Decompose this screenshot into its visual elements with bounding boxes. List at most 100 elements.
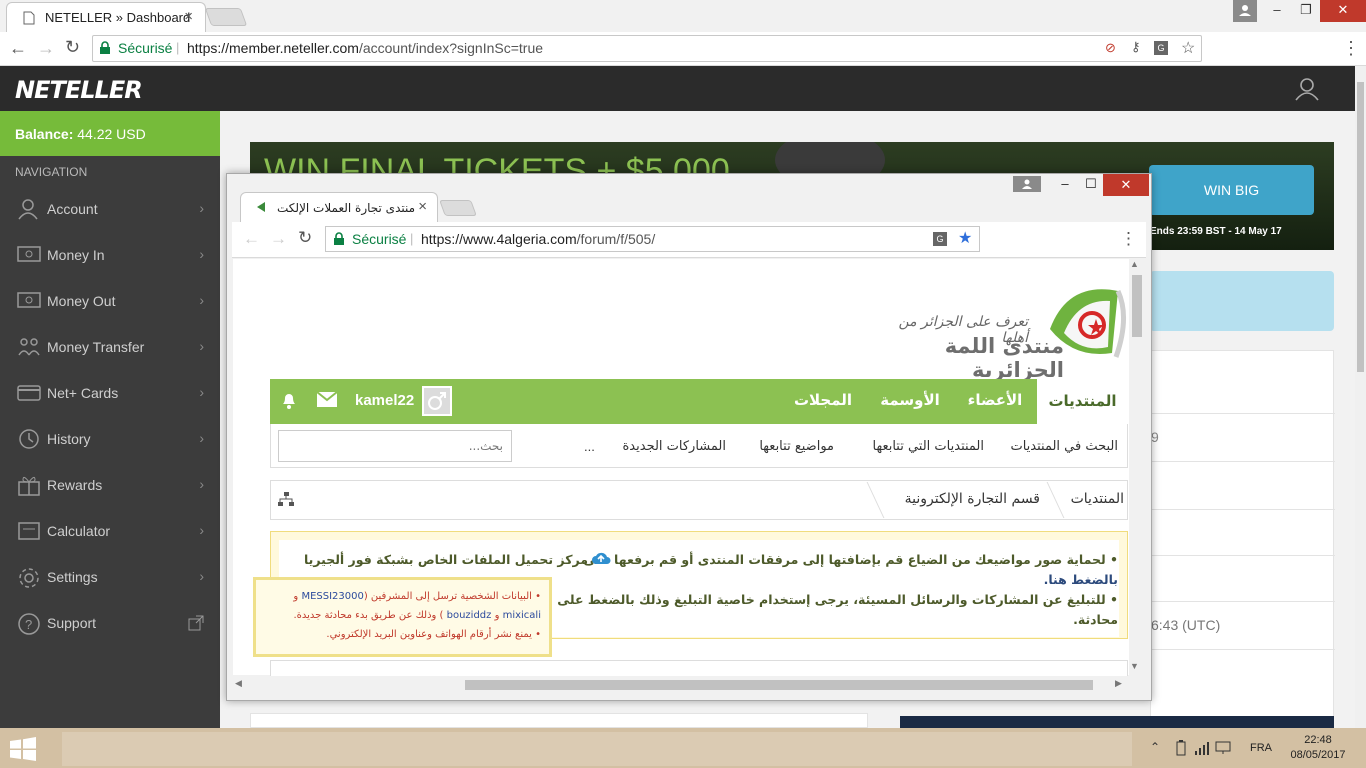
taskbar-apps[interactable]: [62, 732, 1132, 766]
secure-label: Sécurisé: [352, 231, 407, 247]
breadcrumb-ecommerce[interactable]: قسم التجارة الإلكترونية: [884, 491, 1040, 507]
popup-profile-button[interactable]: [1013, 176, 1041, 192]
sidebar-item-support[interactable]: ? Support: [0, 601, 220, 647]
sidebar-item-money-transfer[interactable]: Money Transfer ›: [0, 325, 220, 371]
male-avatar-icon[interactable]: [422, 386, 452, 416]
back-icon[interactable]: ←: [243, 229, 260, 249]
win-big-button[interactable]: WIN BIG: [1149, 165, 1314, 215]
forum-search-input[interactable]: [278, 430, 512, 462]
lock-icon: [99, 41, 111, 55]
sidebar-item-money-in[interactable]: Money In ›: [0, 233, 220, 279]
sidebar-item-history[interactable]: History ›: [0, 417, 220, 463]
tab-forums[interactable]: المنتديات: [1037, 379, 1128, 424]
envelope-icon[interactable]: [317, 392, 337, 407]
tab-neteller[interactable]: NETELLER » Dashboard ×: [6, 2, 206, 32]
link-search-forums[interactable]: البحث في المنتديات: [996, 439, 1118, 454]
forward-icon[interactable]: →: [37, 38, 55, 59]
clock-date: 08/05/2017: [1290, 749, 1346, 761]
notice-line-1: • لحماية صور مواضيعك من الضياع قم بإضافت…: [583, 552, 1118, 567]
translate-icon[interactable]: G: [933, 232, 947, 246]
upload-cloud-icon: [591, 550, 611, 566]
clock[interactable]: 22:48 08/05/2017: [1288, 733, 1348, 763]
username[interactable]: kamel22: [355, 392, 414, 409]
chevron-right-icon: ›: [199, 384, 204, 400]
sidebar-item-account[interactable]: Account ›: [0, 187, 220, 233]
popup-close-button[interactable]: ✕: [1103, 174, 1149, 196]
page-scrollbar[interactable]: [1355, 66, 1366, 728]
money-out-icon: [17, 290, 41, 312]
tray-chevron-icon[interactable]: ⌃: [1150, 740, 1160, 754]
popup-address-bar[interactable]: Sécurisé | https://www.4algeria.com/foru…: [325, 226, 980, 252]
sidebar-item-net-cards[interactable]: Net+ Cards ›: [0, 371, 220, 417]
notice-line-2: • للتبليغ عن المشاركات والرسائل المسيئة،…: [514, 592, 1118, 607]
translate-icon[interactable]: G: [1154, 41, 1168, 55]
tab-badges[interactable]: الأوسمة: [872, 391, 948, 409]
secure-label: Sécurisé: [118, 40, 173, 56]
url-text[interactable]: https://www.4algeria.com/forum/f/505/: [421, 231, 655, 247]
reload-icon[interactable]: ↻: [65, 37, 80, 58]
breadcrumb-forums[interactable]: المنتديات: [1060, 491, 1124, 507]
calculator-icon: [17, 520, 41, 542]
chevron-right-icon: ›: [199, 338, 204, 354]
new-tab-button[interactable]: [204, 8, 248, 26]
url-text[interactable]: https://member.neteller.com/account/inde…: [187, 40, 543, 56]
balance-panel: Balance: 44.22 USD: [0, 111, 220, 156]
neteller-logo[interactable]: NETELLER: [15, 76, 143, 104]
close-icon[interactable]: ×: [418, 198, 427, 215]
restore-button[interactable]: ❐: [1292, 0, 1320, 22]
nav-heading: NAVIGATION: [15, 165, 88, 179]
tab-members[interactable]: الأعضاء: [962, 391, 1028, 409]
window-close-button[interactable]: ✕: [1320, 0, 1366, 22]
profile-icon[interactable]: [1294, 77, 1320, 101]
monitor-icon[interactable]: [1215, 740, 1231, 756]
link-followed-topics[interactable]: مواضيع تتابعها: [740, 439, 834, 454]
lock-icon: [333, 232, 345, 246]
sitemap-icon[interactable]: [278, 491, 294, 507]
tab-magazines[interactable]: المجلات: [788, 391, 858, 409]
site-header: [0, 66, 1366, 111]
balance-value: 44.22 USD: [77, 126, 146, 142]
tab-title: NETELLER » Dashboard: [45, 10, 191, 25]
minimize-button[interactable]: –: [1262, 0, 1292, 22]
blocked-icon[interactable]: ⊘: [1105, 40, 1116, 56]
popup-new-tab-button[interactable]: [439, 200, 477, 216]
popup-vertical-scrollbar[interactable]: ▲ ▼: [1129, 259, 1145, 675]
close-icon[interactable]: ×: [184, 8, 193, 25]
forward-icon[interactable]: →: [270, 229, 287, 249]
star-icon[interactable]: ☆: [1181, 38, 1195, 58]
sidebar-item-settings[interactable]: Settings ›: [0, 555, 220, 601]
money-in-icon: [17, 244, 41, 266]
menu-icon[interactable]: ⋮: [1342, 38, 1360, 59]
help-icon: ?: [17, 612, 41, 636]
windows-start-icon[interactable]: [8, 737, 38, 761]
popup-minimize-button[interactable]: –: [1051, 176, 1079, 191]
link-more[interactable]: ...: [584, 439, 595, 454]
partial-time: 6:43 (UTC): [1151, 617, 1221, 633]
chevron-right-icon: ›: [199, 568, 204, 584]
menu-icon[interactable]: ⋮: [1120, 229, 1137, 249]
reload-icon[interactable]: ↻: [298, 228, 312, 248]
popup-horizontal-scrollbar[interactable]: ◀ ▶: [233, 676, 1129, 694]
popup-tab[interactable]: منتدى تجارة العملات الإلكت ×: [240, 192, 438, 222]
card-icon: [17, 382, 41, 404]
user-profile-button[interactable]: [1233, 0, 1257, 22]
star-icon[interactable]: ★: [958, 228, 972, 248]
input-language[interactable]: FRA: [1250, 742, 1272, 754]
link-followed-forums[interactable]: المنتديات التي تتابعها: [848, 439, 984, 454]
sidebar-item-rewards[interactable]: Rewards ›: [0, 463, 220, 509]
popup-tab-title: منتدى تجارة العملات الإلكت: [277, 201, 416, 215]
bell-icon[interactable]: [280, 390, 298, 410]
svg-text:?: ?: [25, 617, 32, 632]
sidebar-item-calculator[interactable]: Calculator ›: [0, 509, 220, 555]
forum-favicon: [255, 201, 269, 213]
key-icon[interactable]: ⚷: [1131, 39, 1141, 55]
address-bar[interactable]: Sécurisé | https://member.neteller.com/a…: [92, 35, 1202, 62]
signal-icon[interactable]: [1194, 741, 1210, 755]
popup-maximize-button[interactable]: ☐: [1079, 176, 1103, 192]
sidebar-item-money-out[interactable]: Money Out ›: [0, 279, 220, 325]
battery-icon[interactable]: [1176, 740, 1186, 756]
gift-icon: [17, 474, 41, 496]
notice-click-here-link[interactable]: بالضغط هنا.: [1000, 572, 1118, 587]
back-icon[interactable]: ←: [9, 38, 27, 59]
link-new-posts[interactable]: المشاركات الجديدة: [608, 439, 727, 454]
